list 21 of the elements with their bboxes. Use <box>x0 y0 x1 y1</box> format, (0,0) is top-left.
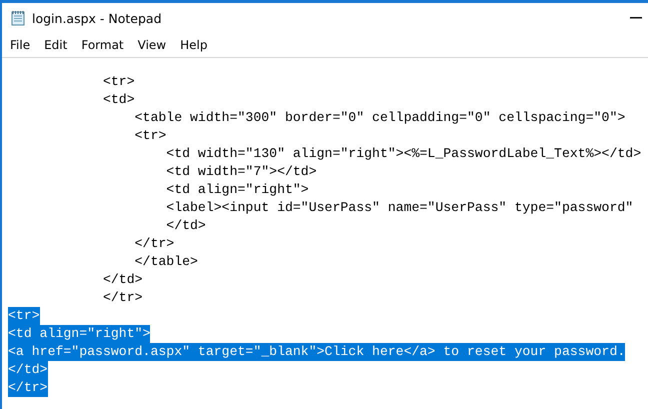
code-line: <td> <box>102 91 135 109</box>
code-line: </tr> <box>102 289 143 307</box>
window-title: login.aspx - Notepad <box>32 10 162 26</box>
menu-item[interactable]: File <box>6 38 36 52</box>
menu-item[interactable]: View <box>134 38 172 52</box>
code-line: </td> <box>165 217 206 235</box>
notepad-icon <box>10 10 26 26</box>
code-line: <table width="300" border="0" cellpadding="0" cellspacing="0"> <box>134 109 626 127</box>
menu-item[interactable]: Format <box>77 38 130 52</box>
menu-item[interactable]: Help <box>176 38 214 52</box>
code-line: <tr> <box>102 73 135 91</box>
code-line: </td> <box>102 271 143 289</box>
code-line: <td width="7"></td> <box>165 163 317 181</box>
code-line: <label><input id="UserPass" name="UserPass" type="password" <box>165 199 634 217</box>
code-line: <td align="right"> <box>165 181 309 199</box>
code-line: </table> <box>134 253 198 271</box>
code-line: <td width="130" align="right"><%=L_PasswordLabel_Text%></td> <box>165 145 642 163</box>
code-line: <tr> <box>134 127 166 145</box>
code-line: </tr> <box>134 235 174 253</box>
minimize-icon[interactable] <box>630 17 642 19</box>
menu-item[interactable]: Edit <box>40 38 74 52</box>
